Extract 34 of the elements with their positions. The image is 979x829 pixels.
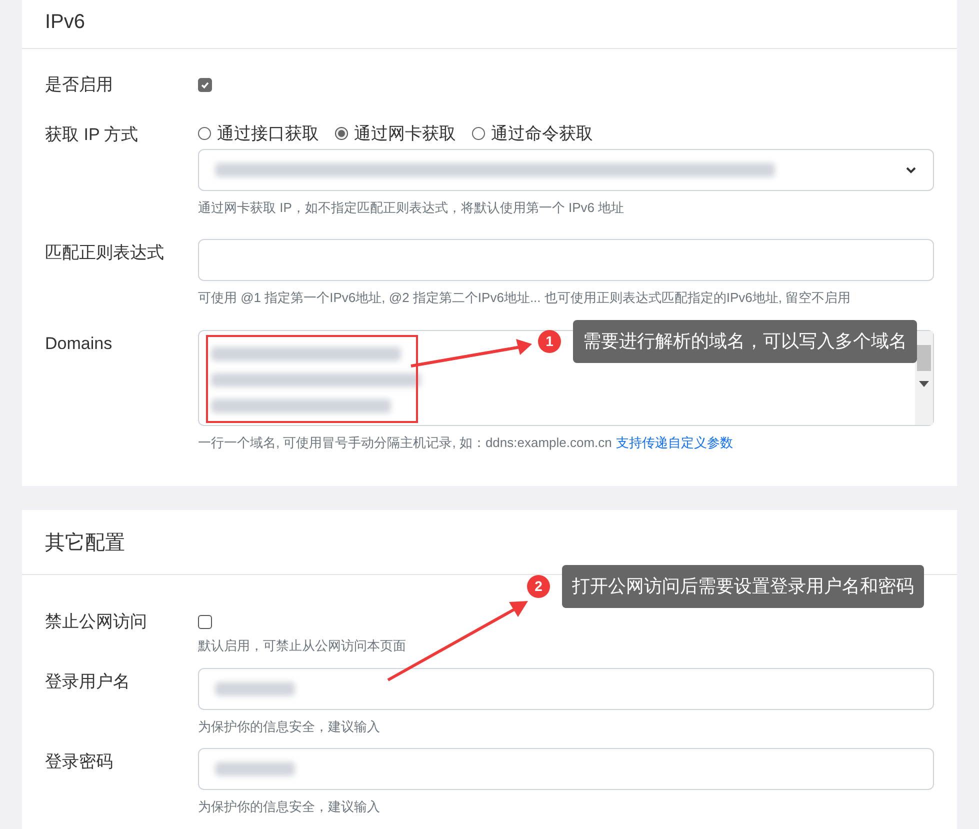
section-title: 其它配置 — [45, 531, 125, 556]
help-text: 通过网卡获取 IP，如不指定匹配正则表达式，将默认使用第一个 IPv6 地址 — [198, 198, 624, 216]
input-field[interactable] — [198, 239, 934, 281]
select-field[interactable] — [198, 148, 934, 190]
radio-label: 通过接口获取 — [217, 123, 319, 145]
scroll-down-arrow-icon — [919, 380, 929, 386]
input-field[interactable] — [198, 748, 934, 790]
annotation-tooltip: 需要进行解析的域名，可以写入多个域名 — [573, 320, 917, 363]
radio-button[interactable] — [335, 127, 348, 140]
radio-button[interactable] — [198, 127, 211, 140]
help-text: 为保护你的信息安全，建议输入 — [198, 798, 380, 816]
field-label: 登录密码 — [45, 751, 114, 773]
section-title: IPv6 — [45, 10, 86, 35]
field-label: 获取 IP 方式 — [45, 124, 140, 146]
help-link[interactable]: 支持传递自定义参数 — [616, 432, 733, 452]
radio-label: 通过命令获取 — [491, 123, 593, 145]
input-field[interactable] — [198, 668, 934, 710]
radio-button[interactable] — [472, 127, 485, 140]
field-label: 是否启用 — [45, 74, 114, 96]
field-label: 匹配正则表达式 — [45, 242, 165, 264]
scrollbar-thumb[interactable] — [917, 344, 931, 370]
annotation-tooltip: 打开公网访问后需要设置登录用户名和密码 — [562, 565, 924, 608]
field-label: 登录用户名 — [45, 670, 131, 692]
help-text: 可使用 @1 指定第一个IPv6地址, @2 指定第二个IPv6地址... 也可使用正则表达式匹配指定的IPv6地址, 留空不启用 — [198, 289, 851, 307]
help-text: 一行一个域名, 可使用冒号手动分隔主机记录, 如：ddns:example.com.cn — [198, 434, 612, 452]
field-label: Domains — [45, 332, 114, 354]
check-icon — [200, 80, 210, 90]
checkbox[interactable] — [198, 78, 212, 92]
field-label: 禁止公网访问 — [45, 611, 148, 633]
help-text: 为保护你的信息安全，建议输入 — [198, 718, 380, 736]
checkbox[interactable] — [198, 615, 212, 629]
radio-label: 通过网卡获取 — [354, 123, 456, 145]
scrollbar[interactable] — [915, 330, 933, 424]
help-text: 默认启用，可禁止从公网访问本页面 — [198, 637, 406, 655]
